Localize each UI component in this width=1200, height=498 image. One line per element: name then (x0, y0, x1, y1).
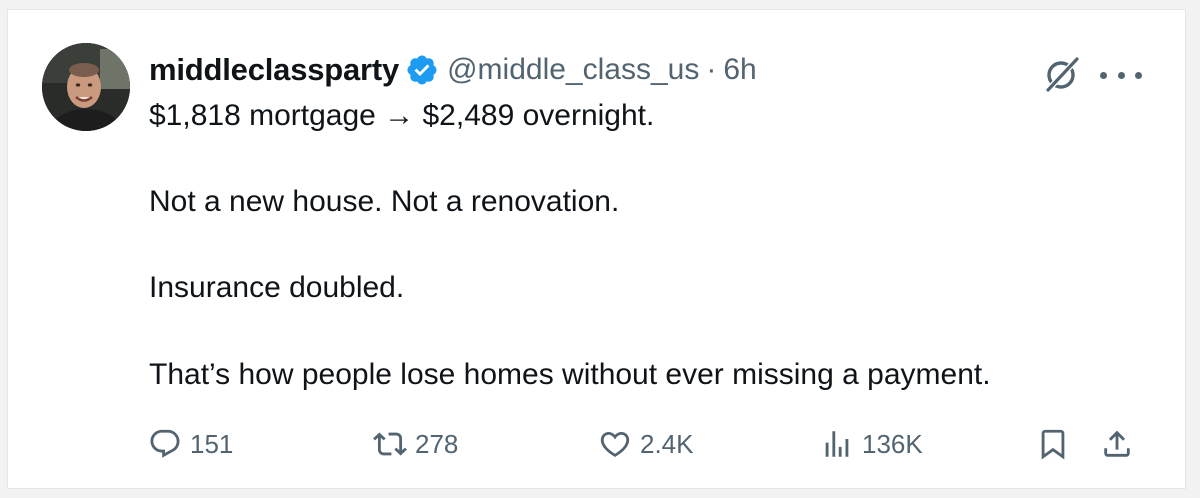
tweet-header: middleclassparty @middle_class_us · 6h (149, 50, 757, 90)
tweet-text-line: Insurance doubled. (149, 271, 405, 304)
more-dot (1135, 71, 1142, 79)
author-handle[interactable]: @middle_class_us (447, 53, 699, 87)
reply-count: 151 (190, 428, 234, 459)
timestamp[interactable]: 6h (723, 53, 756, 87)
tweet-text-line: Not a new house. Not a renovation. (149, 185, 620, 218)
verified-badge-icon (405, 53, 439, 87)
retweet-button[interactable]: 278 (373, 419, 458, 469)
like-button[interactable]: 2.4K (598, 419, 694, 469)
views-icon (825, 431, 849, 457)
bookmark-button[interactable] (1036, 419, 1070, 469)
more-dot (1100, 71, 1107, 79)
retweet-count: 278 (415, 428, 459, 459)
views-button[interactable]: 136K (820, 419, 923, 469)
more-icon[interactable] (1100, 60, 1142, 90)
grok-icon[interactable] (1042, 54, 1082, 94)
views-count: 136K (862, 428, 923, 459)
reply-icon (150, 429, 180, 458)
tweet-text-line: $1,818 mortgage → $2,489 overnight. (149, 99, 655, 132)
avatar-photo (42, 43, 130, 131)
more-dot (1117, 71, 1125, 79)
avatar[interactable] (42, 43, 130, 131)
author-name[interactable]: middleclassparty (149, 52, 399, 88)
share-button[interactable] (1100, 419, 1134, 469)
share-icon (1104, 430, 1130, 457)
like-count: 2.4K (640, 428, 694, 459)
bookmark-icon (1041, 429, 1065, 460)
retweet-icon (373, 432, 407, 456)
separator-dot: · (706, 53, 717, 86)
tweet-card[interactable]: middleclassparty @middle_class_us · 6h $… (7, 9, 1186, 489)
reply-button[interactable]: 151 (148, 419, 233, 469)
action-bar: 151 278 2.4K 136K (8, 419, 1187, 469)
tweet-text-line: That’s how people lose homes without eve… (149, 358, 991, 391)
heart-icon (600, 431, 630, 457)
